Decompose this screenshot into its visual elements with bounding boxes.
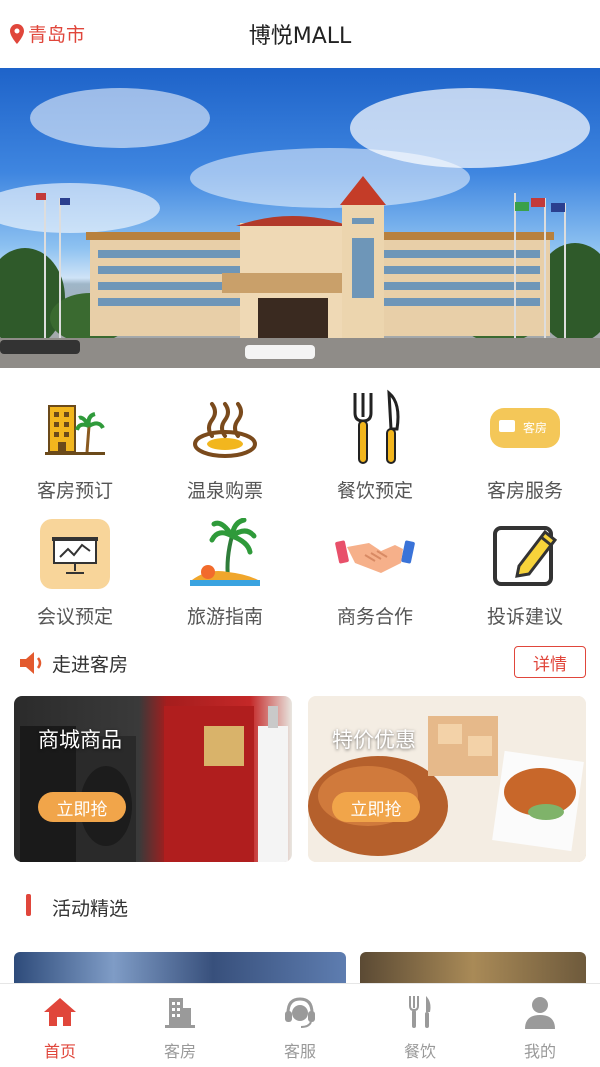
liquor-bottles-image [20, 706, 288, 862]
promo-card-mall[interactable]: 商城商品 立即抢 [14, 696, 292, 862]
menu-business-cooperation[interactable]: 商务合作 [300, 514, 450, 634]
promo-title: 特价优惠 [332, 728, 416, 752]
user-icon [520, 992, 560, 1032]
page-title: 博悦MALL [248, 24, 352, 49]
menu-label: 客房服务 [486, 480, 563, 502]
menu-dining-reservation[interactable]: 餐饮预定 [300, 388, 450, 508]
hotel-banner-illustration [0, 88, 600, 368]
hot-spring-icon [185, 388, 265, 468]
speaker-icon [20, 652, 42, 674]
edit-pencil-icon [485, 514, 565, 594]
bottom-tab-bar: 首页 客房 客服 餐饮 我的 [0, 983, 600, 1067]
menu-label: 投诉建议 [486, 606, 563, 628]
tab-label: 我的 [523, 1042, 556, 1061]
fork-knife-icon [400, 992, 440, 1032]
hotel-building-icon [35, 388, 115, 468]
menu-label: 温泉购票 [186, 480, 263, 502]
section-title: 走进客房 [52, 654, 129, 676]
room-service-badge-icon: 客房 [485, 388, 565, 468]
section-title: 活动精选 [52, 898, 129, 920]
menu-label: 客房预订 [36, 480, 113, 502]
headset-icon [280, 992, 320, 1032]
fork-knife-icon [335, 388, 415, 468]
home-icon [40, 992, 80, 1032]
menu-label: 商务合作 [336, 606, 413, 628]
tab-customer-service[interactable]: 客服 [240, 984, 360, 1067]
menu-label: 餐饮预定 [336, 480, 413, 502]
palm-island-icon [185, 514, 265, 594]
tab-label: 客服 [283, 1042, 316, 1061]
tab-rooms[interactable]: 客房 [120, 984, 240, 1067]
menu-label: 会议预定 [36, 606, 113, 628]
tab-label: 首页 [43, 1042, 76, 1061]
section-accent-bar [26, 894, 31, 916]
promo-card-special[interactable]: 特价优惠 立即抢 [308, 696, 586, 862]
tab-label: 餐饮 [403, 1042, 436, 1061]
menu-label: 旅游指南 [186, 606, 263, 628]
top-header: 青岛市 博悦MALL [0, 0, 600, 68]
grab-now-button[interactable]: 立即抢 [332, 792, 420, 822]
section-header-rooms: 走进客房 详情 [0, 640, 600, 684]
section-header-activities: 活动精选 [0, 886, 600, 926]
room-badge-text: 客房 [523, 420, 547, 435]
hero-banner[interactable] [0, 68, 600, 368]
tab-profile[interactable]: 我的 [480, 984, 600, 1067]
details-button[interactable]: 详情 [514, 646, 586, 678]
presentation-board-icon [35, 514, 115, 594]
promo-title: 商城商品 [38, 728, 122, 752]
menu-hot-spring-ticket[interactable]: 温泉购票 [150, 388, 300, 508]
menu-complaint-suggestion[interactable]: 投诉建议 [450, 514, 600, 634]
menu-meeting-booking[interactable]: 会议预定 [0, 514, 150, 634]
menu-room-service[interactable]: 客房 客房服务 [450, 388, 600, 508]
app-root: 青岛市 博悦MALL 客房预订 温泉购票 餐饮预定 客房 客房服务 会议预定 旅… [0, 0, 600, 1067]
tab-dining[interactable]: 餐饮 [360, 984, 480, 1067]
tab-home[interactable]: 首页 [0, 984, 120, 1067]
menu-travel-guide[interactable]: 旅游指南 [150, 514, 300, 634]
tab-label: 客房 [163, 1042, 196, 1061]
grab-now-button[interactable]: 立即抢 [38, 792, 126, 822]
food-plates-image [308, 696, 586, 862]
handshake-icon [335, 514, 415, 594]
building-icon [160, 992, 200, 1032]
menu-room-booking[interactable]: 客房预订 [0, 388, 150, 508]
